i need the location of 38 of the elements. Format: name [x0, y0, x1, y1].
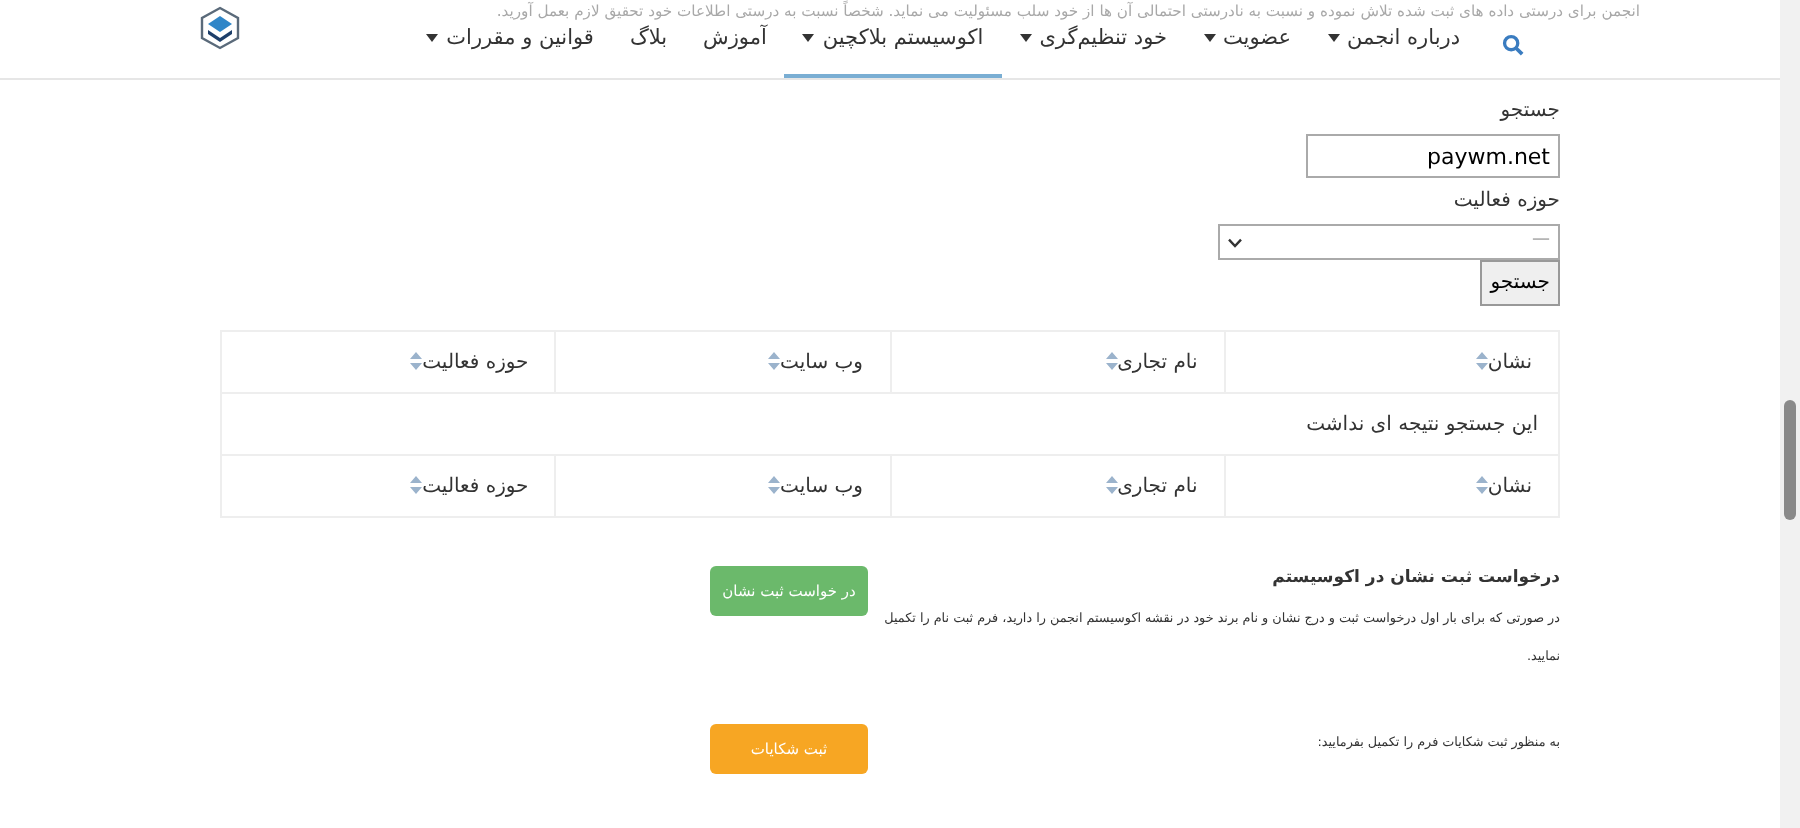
column-header[interactable]: حوزه فعالیت: [221, 331, 556, 393]
nav-link[interactable]: درباره انجمن: [1309, 24, 1478, 78]
nav-link[interactable]: آموزش: [685, 24, 785, 78]
empty-message: این جستجو نتیجه ای نداشت: [221, 393, 1559, 455]
column-header[interactable]: وب سایت: [555, 455, 890, 517]
caret-icon[interactable]: [1327, 34, 1340, 43]
sort-icon[interactable]: [410, 476, 423, 495]
scrollbar-thumb[interactable]: [1784, 400, 1796, 520]
column-header[interactable]: وب سایت: [555, 331, 890, 393]
search-field[interactable]: paywm.net: [1306, 134, 1560, 178]
search-button[interactable]: جستجو: [1480, 260, 1560, 306]
column-header[interactable]: نام تجاری: [890, 331, 1225, 393]
section-title: درخواست ثبت نشان در اکوسیستم: [1270, 566, 1560, 592]
column-header[interactable]: نشان: [1224, 331, 1559, 393]
nav-link[interactable]: قوانین و مقررات: [408, 24, 612, 78]
nav-link[interactable]: اکوسیستم بلاکچین: [784, 24, 1002, 78]
nav-link[interactable]: خود تنظیم‌گری: [1001, 24, 1185, 78]
sort-icon[interactable]: [1105, 352, 1118, 371]
sort-icon[interactable]: [768, 476, 781, 495]
field-label: حوزه فعالیت: [1453, 188, 1560, 216]
caret-icon[interactable]: [426, 34, 439, 43]
sort-icon[interactable]: [1475, 352, 1488, 371]
caret-icon[interactable]: [802, 34, 815, 43]
field-label: جستجو: [1500, 98, 1560, 126]
caret-icon[interactable]: [1203, 34, 1215, 43]
column-header[interactable]: حوزه فعالیت: [221, 455, 556, 517]
chevron-icon: [1228, 237, 1242, 247]
sort-icon[interactable]: [1105, 476, 1118, 495]
column-header[interactable]: نام تجاری: [890, 455, 1225, 517]
sort-icon[interactable]: [1475, 476, 1488, 495]
nav-link[interactable]: بلاگ: [611, 24, 686, 78]
nav-link[interactable]: عضویت: [1185, 24, 1310, 78]
sort-icon[interactable]: [768, 352, 781, 371]
logo-icon[interactable]: [200, 6, 240, 50]
sort-icon[interactable]: [410, 352, 423, 371]
search-icon[interactable]: [1502, 34, 1524, 56]
caret-icon[interactable]: [1019, 34, 1032, 43]
column-header[interactable]: نشان: [1224, 455, 1559, 517]
